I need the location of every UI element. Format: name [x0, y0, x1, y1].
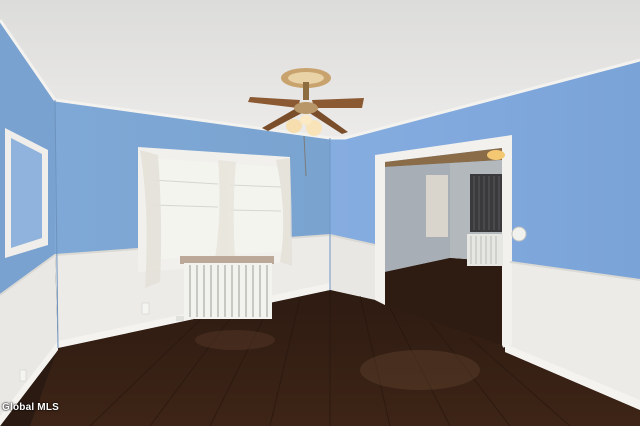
thermostat — [511, 226, 527, 242]
watermark-text: Global MLS — [2, 402, 59, 413]
window-glass-right — [228, 164, 283, 254]
room-photo: Global MLS — [0, 0, 640, 426]
next-room-radiator — [467, 234, 503, 266]
next-room-window — [426, 175, 448, 237]
wall-outlet — [141, 302, 150, 315]
fan-light-left — [286, 119, 302, 133]
mirror-glass — [11, 138, 42, 248]
radiator-top — [180, 256, 274, 264]
right-wainscot — [330, 235, 375, 300]
next-room-light — [487, 150, 505, 160]
room-illustration — [0, 0, 640, 426]
